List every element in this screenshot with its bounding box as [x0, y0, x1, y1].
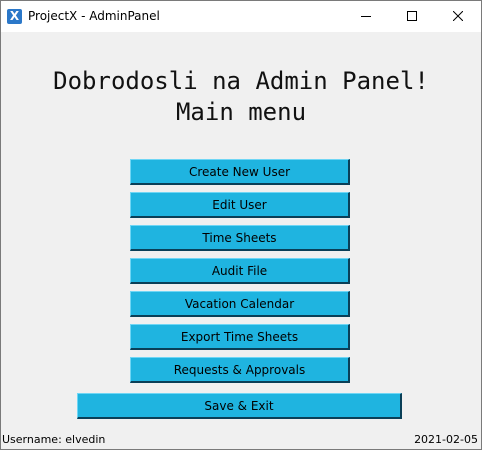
requests-approvals-button[interactable]: Requests & Approvals — [130, 357, 350, 383]
audit-file-button[interactable]: Audit File — [130, 258, 350, 284]
maximize-button[interactable] — [389, 1, 435, 32]
main-menu-heading: Main menu — [175, 98, 307, 126]
minimize-button[interactable] — [343, 1, 389, 32]
app-icon: X — [7, 9, 22, 24]
close-icon — [453, 11, 463, 21]
maximize-icon — [407, 11, 417, 21]
close-button[interactable] — [435, 1, 481, 32]
vacation-calendar-button[interactable]: Vacation Calendar — [130, 291, 350, 317]
window-title: ProjectX - AdminPanel — [28, 9, 160, 23]
date-label: 2021-02-05 — [414, 433, 478, 446]
edit-user-button[interactable]: Edit User — [130, 192, 350, 218]
welcome-heading: Dobrodosli na Admin Panel! — [53, 67, 429, 95]
export-time-sheets-button[interactable]: Export Time Sheets — [130, 324, 350, 350]
time-sheets-button[interactable]: Time Sheets — [130, 225, 350, 251]
app-window: X ProjectX - AdminPanel Dobrodosli na Ad… — [0, 0, 482, 450]
username-label: Username: elvedin — [2, 433, 106, 446]
save-exit-button[interactable]: Save & Exit — [77, 393, 402, 419]
create-new-user-button[interactable]: Create New User — [130, 159, 350, 185]
title-bar[interactable]: X ProjectX - AdminPanel — [1, 1, 481, 32]
minimize-icon — [361, 16, 371, 17]
